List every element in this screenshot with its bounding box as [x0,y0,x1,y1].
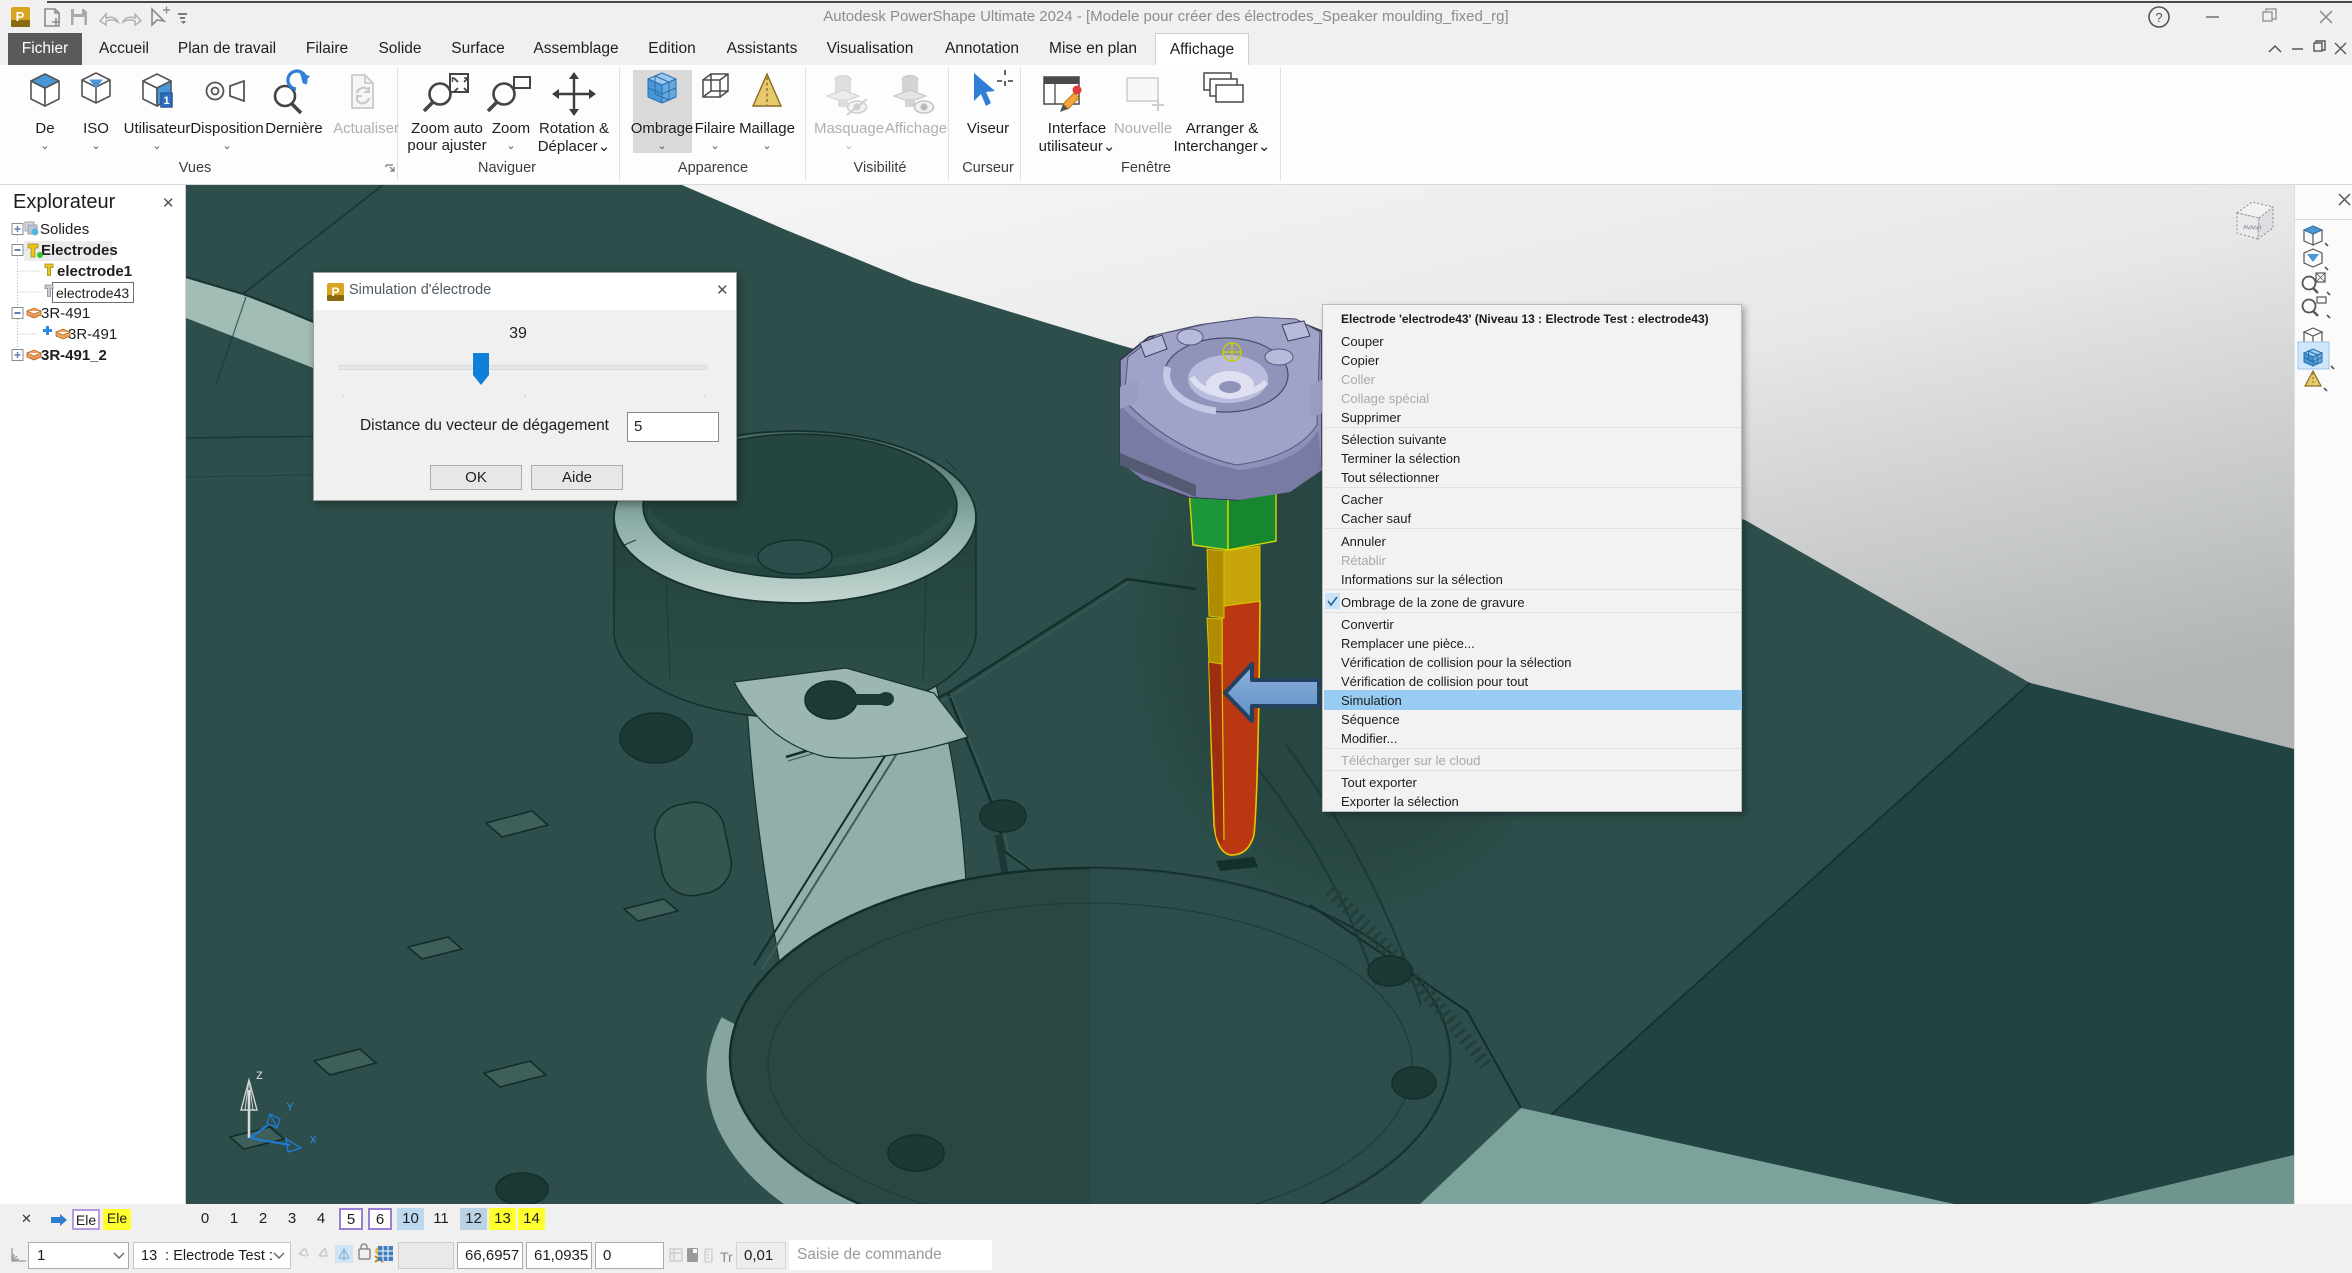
svg-text:x: x [310,1131,317,1146]
svg-text:?: ? [2155,10,2162,25]
svg-text:AVANT: AVANT [2243,225,2263,232]
svg-text:Y: Y [286,1100,294,1114]
svg-text:z: z [256,1066,263,1082]
svg-text:1: 1 [163,95,169,107]
svg-text:P: P [16,9,25,24]
svg-text:P: P [331,285,339,299]
